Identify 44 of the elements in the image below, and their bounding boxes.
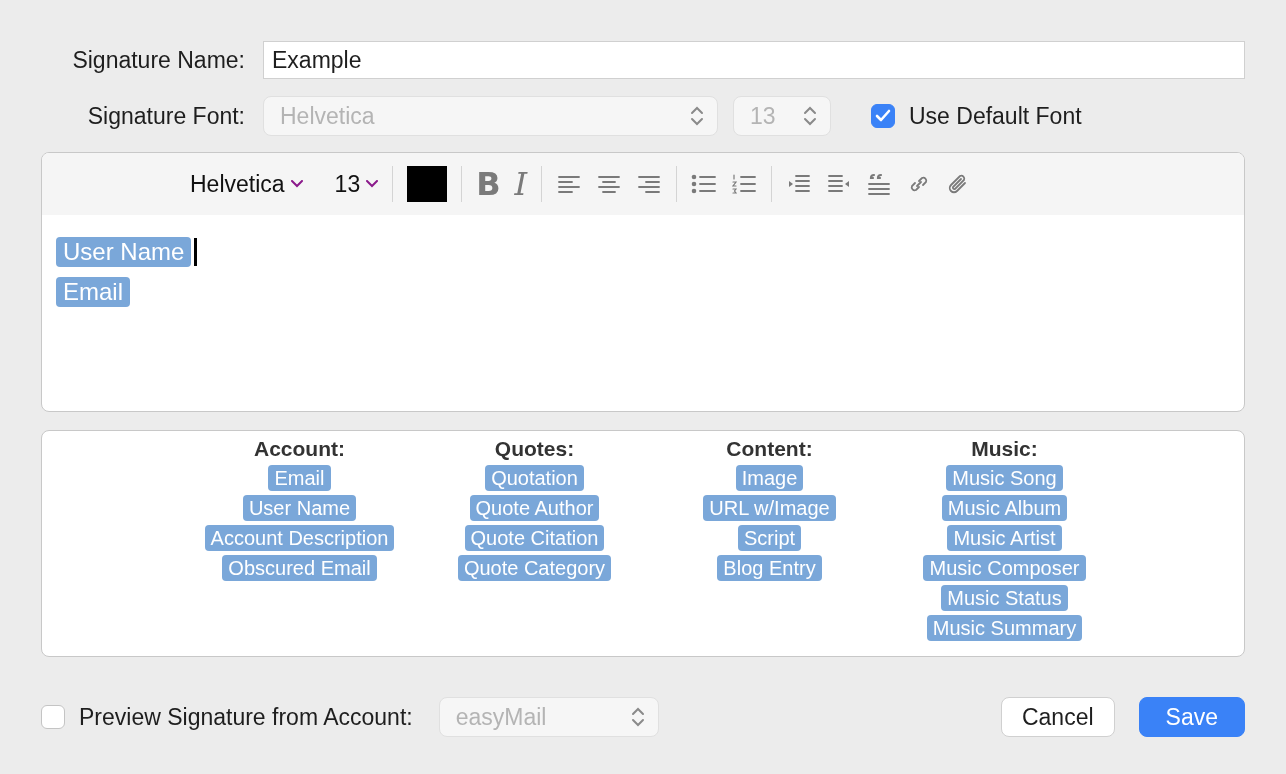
column-title: Music:: [971, 437, 1038, 461]
color-swatch[interactable]: [407, 166, 448, 202]
field-label: Signature Name:: [71, 46, 245, 74]
placeholder-token[interactable]: Quote Author: [469, 495, 600, 521]
placeholder-token[interactable]: Quote Citation: [464, 525, 605, 551]
chevron-down-icon: [366, 180, 379, 188]
placeholder-token[interactable]: Music Song: [946, 465, 1063, 491]
stepper-arrows-icon: [802, 104, 818, 128]
placeholder-token[interactable]: Image: [735, 465, 804, 491]
placeholder-token[interactable]: Quotation: [485, 465, 584, 491]
placeholder-token[interactable]: Email: [268, 465, 331, 491]
placeholder-token[interactable]: Account Description: [204, 525, 395, 551]
signature-token[interactable]: Email: [56, 277, 130, 307]
placeholder-token[interactable]: Music Artist: [947, 525, 1062, 551]
save-button[interactable]: Save: [1138, 697, 1245, 737]
placeholder-token[interactable]: URL w/Image: [703, 495, 836, 521]
column-title: Content:: [726, 437, 813, 461]
placeholder-token[interactable]: Music Status: [941, 585, 1068, 611]
placeholder-token[interactable]: User Name: [242, 495, 357, 521]
placeholder-token[interactable]: Obscured Email: [222, 555, 377, 581]
checkbox-label: Preview Signature from Account:: [79, 703, 413, 731]
field-label: Signature Font:: [86, 102, 245, 130]
italic-button[interactable]: I: [514, 165, 528, 203]
stepper-arrows-icon: [629, 705, 646, 729]
signature-name-field[interactable]: Example: [263, 41, 1245, 79]
chevron-down-icon: [290, 180, 303, 188]
font-menu[interactable]: Helvetica: [190, 170, 303, 198]
placeholder-token[interactable]: Quote Category: [457, 555, 612, 581]
placeholder-token[interactable]: Script: [737, 525, 802, 551]
placeholder-token[interactable]: Music Album: [941, 495, 1068, 521]
size-menu[interactable]: 13: [334, 170, 379, 198]
signature-token[interactable]: User Name: [56, 237, 192, 267]
placeholder-token[interactable]: Music Summary: [926, 615, 1083, 641]
checkbox-label: Use Default Font: [909, 102, 1082, 130]
column-title: Account:: [254, 437, 345, 461]
column-title: Quotes:: [494, 437, 575, 461]
placeholder-token[interactable]: Music Composer: [923, 555, 1086, 581]
stepper-arrows-icon: [689, 104, 705, 128]
checkbox[interactable]: [871, 104, 895, 128]
placeholder-token[interactable]: Blog Entry: [717, 555, 822, 581]
checkmark-icon: [875, 109, 891, 123]
cancel-button[interactable]: Cancel: [1000, 697, 1115, 737]
bold-button[interactable]: B: [476, 165, 501, 203]
quote-icon[interactable]: [866, 171, 893, 197]
